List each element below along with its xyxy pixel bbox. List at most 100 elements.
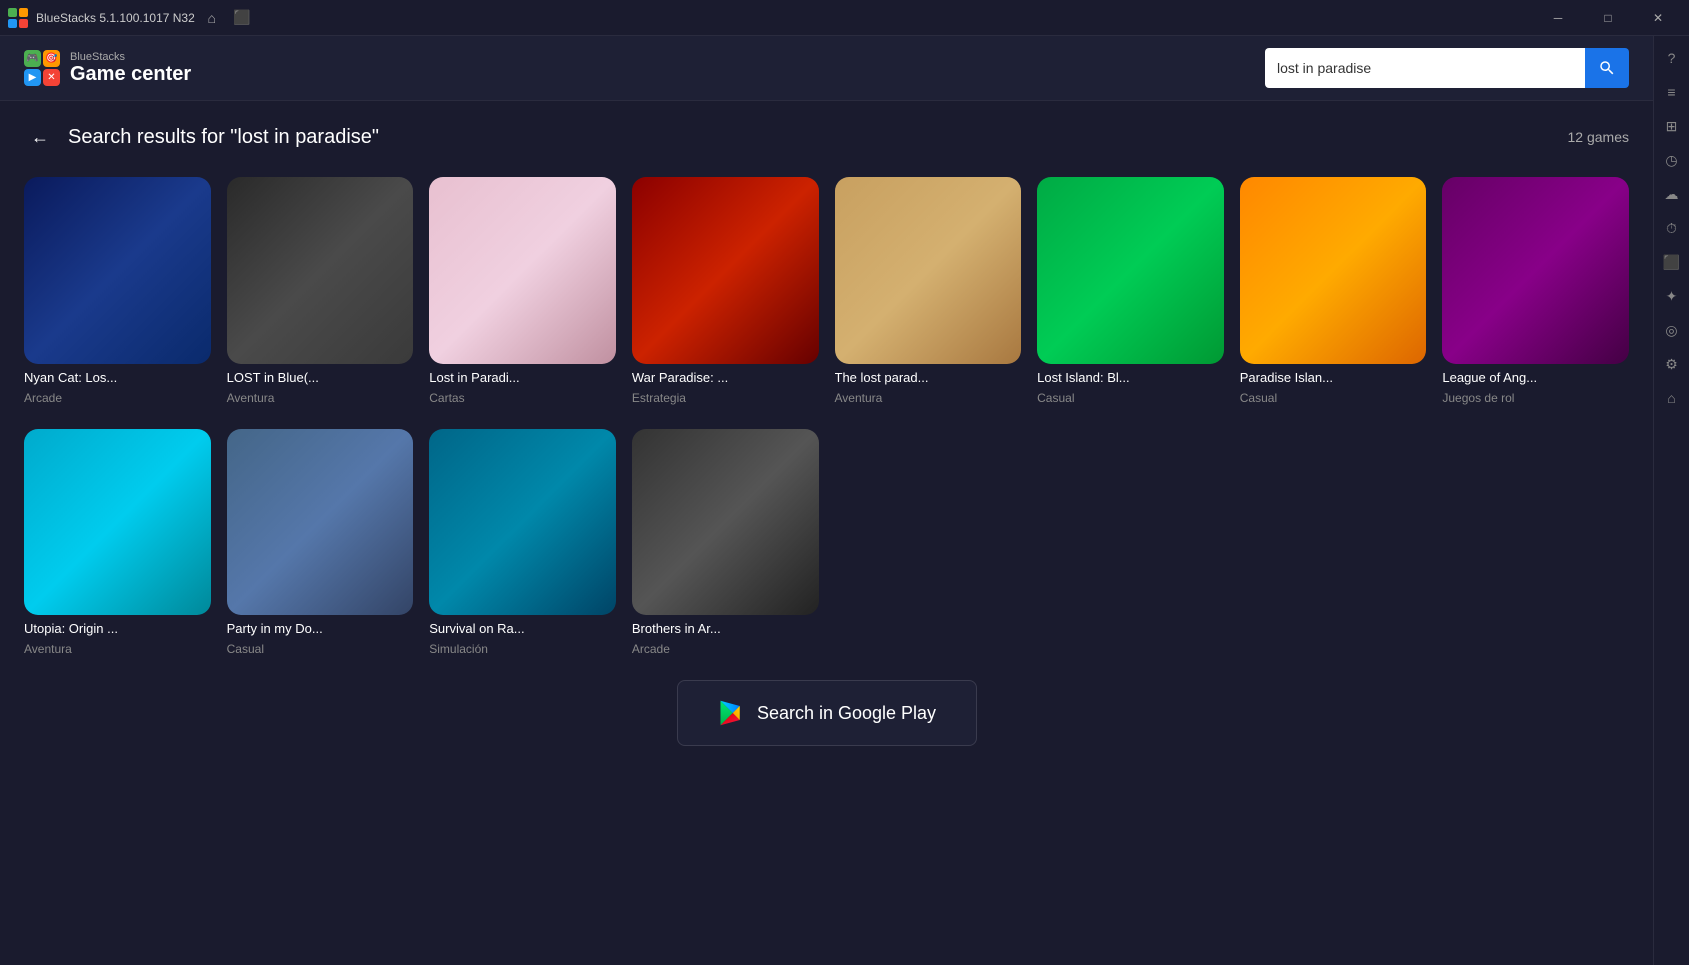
sidebar-home-icon[interactable]: ⌂	[1658, 384, 1686, 412]
game-thumb-inner-war-paradise	[632, 177, 819, 364]
sidebar-settings-icon[interactable]: ⚙	[1658, 350, 1686, 378]
google-play-label: Search in Google Play	[757, 703, 936, 724]
games-count: 12 games	[1568, 129, 1629, 145]
brand-icon: 🎮 🎯 ▶ ✕	[24, 50, 60, 86]
sidebar-help-icon[interactable]: ?	[1658, 44, 1686, 72]
maximize-button[interactable]: □	[1585, 0, 1631, 36]
right-sidebar: ? ≡ ⊞ ◷ ☁ ⏱ ⬛ ✦ ◎ ⚙ ⌂	[1653, 36, 1689, 965]
game-name-lost-blue: LOST in Blue(...	[227, 370, 414, 385]
brand-text: BlueStacks Game center	[70, 51, 191, 86]
title-bar: BlueStacks 5.1.100.1017 N32 ⌂ ⬛ ─ □ ✕	[0, 0, 1689, 36]
game-name-league-ang: League of Ang...	[1442, 370, 1629, 385]
game-card-the-lost[interactable]: The lost parad... Aventura	[835, 177, 1022, 405]
game-thumb-war-paradise	[632, 177, 819, 364]
game-thumb-lost-blue	[227, 177, 414, 364]
search-input[interactable]	[1265, 48, 1585, 88]
game-thumb-lost-island	[1037, 177, 1224, 364]
game-name-party: Party in my Do...	[227, 621, 414, 636]
game-name-paradise-island: Paradise Islan...	[1240, 370, 1427, 385]
game-thumb-inner-lost-blue	[227, 177, 414, 364]
game-name-lost-paradi: Lost in Paradi...	[429, 370, 616, 385]
header: 🎮 🎯 ▶ ✕ BlueStacks Game center	[0, 36, 1653, 101]
game-name-nyan-cat: Nyan Cat: Los...	[24, 370, 211, 385]
game-thumb-paradise-island	[1240, 177, 1427, 364]
game-thumb-inner-paradise-island	[1240, 177, 1427, 364]
game-genre-lost-paradi: Cartas	[429, 391, 616, 405]
game-thumb-the-lost	[835, 177, 1022, 364]
minimize-button[interactable]: ─	[1535, 0, 1581, 36]
games-grid-row2: Utopia: Origin ... Aventura Party in my …	[24, 429, 1629, 657]
game-genre-brothers: Arcade	[632, 642, 819, 656]
sidebar-clock-icon[interactable]: ◷	[1658, 146, 1686, 174]
game-thumb-utopia	[24, 429, 211, 616]
back-button[interactable]: ←	[24, 121, 56, 153]
sidebar-cloud-icon[interactable]: ☁	[1658, 180, 1686, 208]
games-grid-row1: Nyan Cat: Los... Arcade LOST in Blue(...…	[24, 177, 1629, 405]
sidebar-star-icon[interactable]: ✦	[1658, 282, 1686, 310]
google-play-button[interactable]: Search in Google Play	[677, 680, 977, 746]
game-thumb-party	[227, 429, 414, 616]
game-genre-party: Casual	[227, 642, 414, 656]
game-card-war-paradise[interactable]: War Paradise: ... Estrategia	[632, 177, 819, 405]
game-genre-lost-blue: Aventura	[227, 391, 414, 405]
title-bar-toolbar: ⌂ ⬛	[203, 9, 251, 27]
google-play-section: Search in Google Play	[677, 680, 977, 746]
search-button[interactable]	[1585, 48, 1629, 88]
search-bar	[1265, 48, 1629, 88]
brand-name: BlueStacks	[70, 51, 191, 63]
bluestacks-logo-icon	[8, 8, 28, 28]
game-genre-paradise-island: Casual	[1240, 391, 1427, 405]
game-card-survival[interactable]: Survival on Ra... Simulación	[429, 429, 616, 657]
game-card-utopia[interactable]: Utopia: Origin ... Aventura	[24, 429, 211, 657]
game-genre-the-lost: Aventura	[835, 391, 1022, 405]
game-name-survival: Survival on Ra...	[429, 621, 616, 636]
sidebar-circle-icon[interactable]: ◎	[1658, 316, 1686, 344]
game-thumb-inner-the-lost	[835, 177, 1022, 364]
close-button[interactable]: ✕	[1635, 0, 1681, 36]
sidebar-layers-icon[interactable]: ⬛	[1658, 248, 1686, 276]
game-card-nyan-cat[interactable]: Nyan Cat: Los... Arcade	[24, 177, 211, 405]
game-name-utopia: Utopia: Origin ...	[24, 621, 211, 636]
game-card-league-ang[interactable]: League of Ang... Juegos de rol	[1442, 177, 1629, 405]
game-genre-nyan-cat: Arcade	[24, 391, 211, 405]
page-title: Search results for "lost in paradise"	[68, 126, 379, 149]
page-nav: ← Search results for "lost in paradise" …	[24, 121, 1629, 153]
main-layout: 🎮 🎯 ▶ ✕ BlueStacks Game center	[0, 36, 1689, 965]
game-card-brothers[interactable]: Brothers in Ar... Arcade	[632, 429, 819, 657]
sidebar-grid-icon[interactable]: ⊞	[1658, 112, 1686, 140]
game-thumb-inner-lost-island	[1037, 177, 1224, 364]
game-card-lost-island[interactable]: Lost Island: Bl... Casual	[1037, 177, 1224, 405]
game-card-party[interactable]: Party in my Do... Casual	[227, 429, 414, 657]
game-genre-lost-island: Casual	[1037, 391, 1224, 405]
search-icon	[1598, 59, 1616, 77]
game-genre-war-paradise: Estrategia	[632, 391, 819, 405]
sidebar-timer-icon[interactable]: ⏱	[1658, 214, 1686, 242]
game-thumb-inner-nyan-cat	[24, 177, 211, 364]
game-genre-survival: Simulación	[429, 642, 616, 656]
brand-icon-orange: 🎯	[43, 50, 60, 67]
game-thumb-inner-lost-paradi	[429, 177, 616, 364]
window-controls: ─ □ ✕	[1535, 0, 1681, 36]
game-card-lost-blue[interactable]: LOST in Blue(... Aventura	[227, 177, 414, 405]
game-thumb-lost-paradi	[429, 177, 616, 364]
brand-title: Game center	[70, 63, 191, 86]
brand-icon-blue: ▶	[24, 69, 41, 86]
game-thumb-inner-survival	[429, 429, 616, 616]
game-thumb-inner-league-ang	[1442, 177, 1629, 364]
title-bar-left: BlueStacks 5.1.100.1017 N32 ⌂ ⬛	[8, 8, 251, 28]
game-thumb-nyan-cat	[24, 177, 211, 364]
game-thumb-brothers	[632, 429, 819, 616]
game-thumb-league-ang	[1442, 177, 1629, 364]
sidebar-menu-icon[interactable]: ≡	[1658, 78, 1686, 106]
game-genre-league-ang: Juegos de rol	[1442, 391, 1629, 405]
app-version-label: BlueStacks 5.1.100.1017 N32	[36, 11, 195, 25]
game-card-lost-paradi[interactable]: Lost in Paradi... Cartas	[429, 177, 616, 405]
game-card-paradise-island[interactable]: Paradise Islan... Casual	[1240, 177, 1427, 405]
home-icon[interactable]: ⌂	[203, 9, 221, 27]
content-area: 🎮 🎯 ▶ ✕ BlueStacks Game center	[0, 36, 1653, 965]
back-row: ← Search results for "lost in paradise"	[24, 121, 379, 153]
multi-instance-icon[interactable]: ⬛	[233, 9, 251, 27]
game-name-the-lost: The lost parad...	[835, 370, 1022, 385]
game-thumb-inner-brothers	[632, 429, 819, 616]
page-content: ← Search results for "lost in paradise" …	[0, 101, 1653, 965]
